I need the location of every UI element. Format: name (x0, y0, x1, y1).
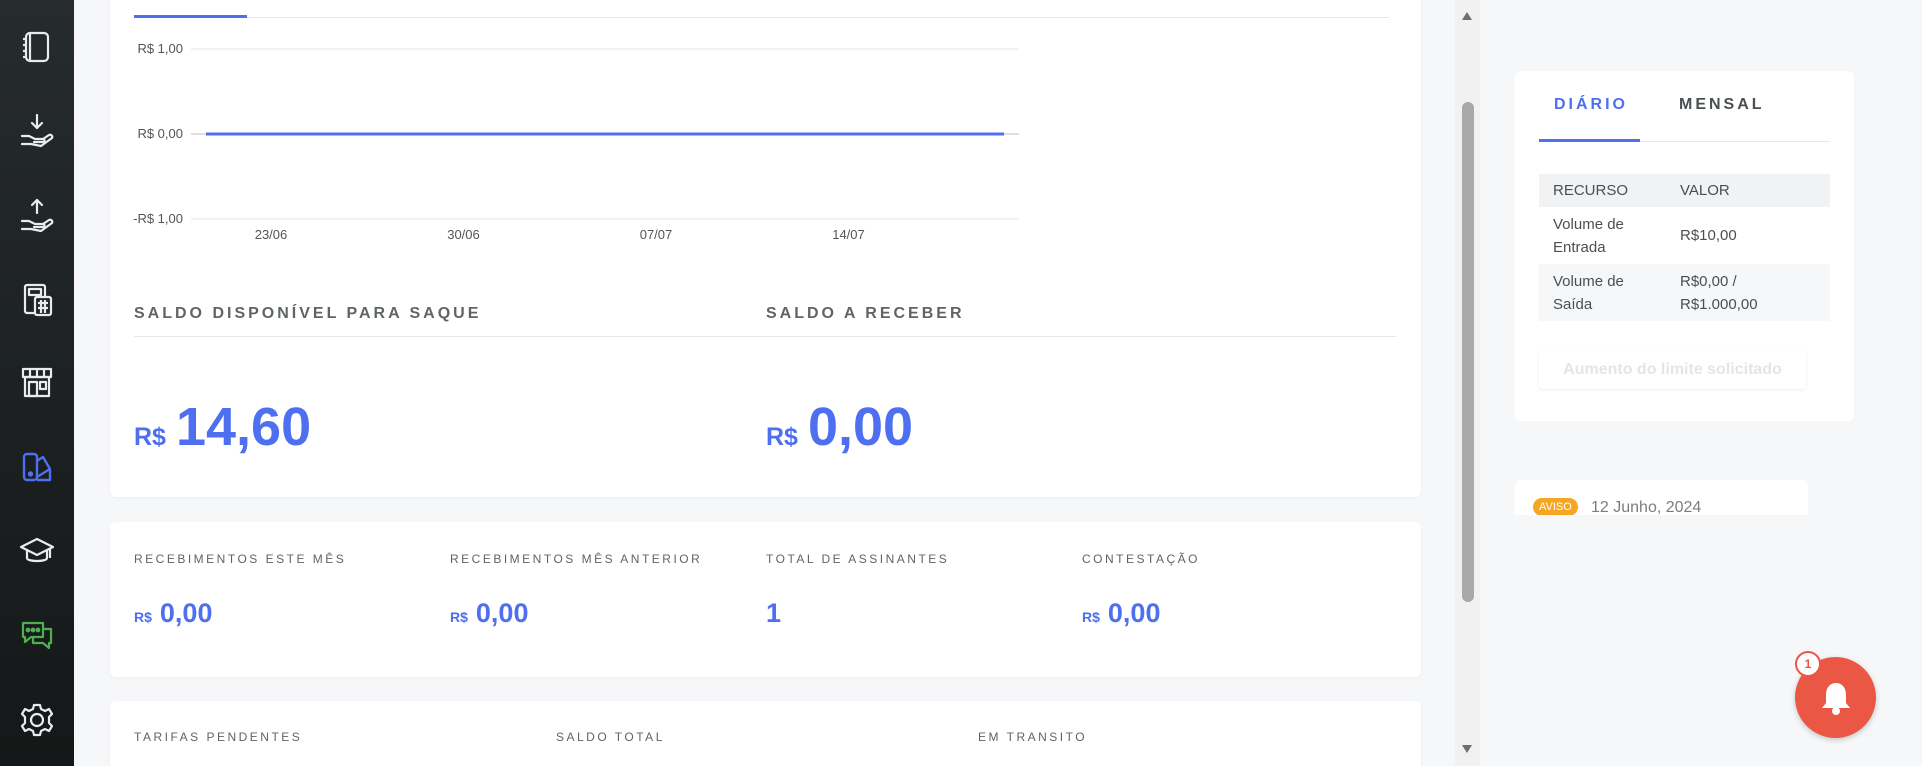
balance-line-chart: R$ 1,00 R$ 0,00 -R$ 1,00 23/06 30/06 07/07 14… (133, 41, 1019, 242)
available-balance-value: 14,60 (175, 397, 312, 457)
stat-label: TARIFAS PENDENTES (134, 730, 303, 744)
table-header-row: RECURSO VALOR (1539, 174, 1830, 207)
notice-date: 12 Junho, 2024 (1591, 499, 1702, 515)
value-cell: R$10,00 (1680, 224, 1830, 247)
tab-diario[interactable]: DIÁRIO (1554, 96, 1628, 114)
resource-cell: Volume de Saída (1539, 270, 1680, 316)
bottom-stats-card: TARIFAS PENDENTES SALDO TOTAL EM TRANSIT… (110, 701, 1421, 766)
available-balance-amount: R$ 14,60 (134, 396, 311, 458)
notification-count-badge: 1 (1795, 651, 1821, 677)
value-cell: R$0,00 / R$1.000,00 (1680, 270, 1830, 316)
stat-amount: 1 (766, 598, 781, 629)
resource-line: Saída (1553, 295, 1593, 313)
notebook-icon[interactable] (17, 27, 57, 67)
available-balance-label: SALDO DISPONÍVEL PARA SAQUE (134, 305, 482, 322)
stat-label: RECEBIMENTOS ESTE MÊS (134, 552, 347, 566)
table-row: Volume de Entrada R$10,00 (1539, 207, 1830, 264)
limits-table: RECURSO VALOR Volume de Entrada R$10,00 … (1539, 174, 1830, 321)
stat-value: 0,00 (159, 598, 213, 628)
notice-badge: AVISO (1533, 498, 1578, 515)
y-tick-label: -R$ 1,00 (133, 211, 183, 226)
chart-y-axis: R$ 1,00 R$ 0,00 -R$ 1,00 (133, 41, 183, 226)
palette-icon[interactable] (17, 447, 57, 487)
graduation-cap-icon[interactable] (17, 531, 57, 571)
stat-label: EM TRANSITO (978, 730, 1088, 744)
resource-cell: Volume de Entrada (1539, 213, 1680, 259)
tab-mensal[interactable]: MENSAL (1679, 96, 1765, 114)
notice-card: AVISO 12 Junho, 2024 (1515, 480, 1808, 515)
resource-line: Volume de (1553, 272, 1624, 290)
main-content: R$ 1,00 R$ 0,00 -R$ 1,00 23/06 30/06 07/07 14… (74, 0, 1454, 766)
scroll-down-arrow-icon[interactable] (1459, 741, 1475, 757)
currency-symbol: R$ (450, 609, 468, 625)
stats-card: RECEBIMENTOS ESTE MÊS R$ 0,00 RECEBIMENT… (110, 522, 1421, 677)
column-header-value: VALOR (1680, 182, 1730, 199)
calculator-icon[interactable] (17, 279, 57, 319)
currency-symbol: R$ (134, 423, 166, 451)
y-tick-label: R$ 1,00 (137, 41, 183, 56)
scrollbar-thumb[interactable] (1462, 102, 1474, 602)
currency-symbol: R$ (134, 609, 152, 625)
stat-amount: R$ 0,00 (134, 598, 212, 629)
stat-value: 0,00 (475, 598, 529, 628)
app-root: R$ 1,00 R$ 0,00 -R$ 1,00 23/06 30/06 07/07 14… (0, 0, 1922, 766)
balance-divider (134, 336, 1396, 337)
limits-card: DIÁRIO MENSAL RECURSO VALOR Volume de En… (1515, 71, 1854, 421)
currency-symbol: R$ (766, 423, 798, 451)
stat-label: TOTAL DE ASSINANTES (766, 552, 950, 566)
x-tick-label: 07/07 (640, 227, 673, 242)
stat-value: 1 (766, 598, 782, 628)
currency-symbol: R$ (1082, 609, 1100, 625)
withdraw-hand-icon[interactable] (17, 195, 57, 235)
resource-line: Entrada (1553, 238, 1606, 256)
resource-line: Volume de (1553, 215, 1624, 233)
sidebar (0, 0, 74, 766)
value-line: R$1.000,00 (1680, 295, 1758, 313)
scroll-up-arrow-icon[interactable] (1459, 8, 1475, 24)
store-icon[interactable] (17, 362, 57, 402)
stat-label: SALDO TOTAL (556, 730, 665, 744)
chart-tab-active-indicator[interactable] (134, 15, 247, 18)
chat-bubbles-icon[interactable] (17, 615, 57, 655)
stat-label: RECEBIMENTOS MÊS ANTERIOR (450, 552, 703, 566)
stat-label: CONTESTAÇÃO (1082, 552, 1200, 566)
receivable-balance-value: 0,00 (807, 397, 914, 457)
x-tick-label: 30/06 (447, 227, 480, 242)
table-row: Volume de Saída R$0,00 / R$1.000,00 (1539, 264, 1830, 321)
stat-value: 0,00 (1107, 598, 1161, 628)
receivable-balance-label: SALDO A RECEBER (766, 305, 965, 322)
tab-active-indicator (1539, 139, 1640, 142)
deposit-hand-icon[interactable] (17, 110, 57, 150)
column-header-resource: RECURSO (1553, 182, 1629, 199)
value-line: R$0,00 / (1680, 272, 1737, 290)
x-tick-label: 23/06 (255, 227, 288, 242)
stat-amount: R$ 0,00 (450, 598, 528, 629)
value-line: R$10,00 (1680, 227, 1737, 244)
stat-amount: R$ 0,00 (1082, 598, 1160, 629)
bell-icon (1821, 682, 1850, 715)
y-tick-label: R$ 0,00 (137, 126, 183, 141)
x-tick-label: 14/07 (832, 227, 865, 242)
chart-x-axis: 23/06 30/06 07/07 14/07 (255, 227, 865, 242)
chart-tab-divider (134, 17, 1389, 18)
settings-gear-icon[interactable] (17, 700, 57, 740)
limit-increase-requested-button[interactable]: Aumento do limite solicitado (1539, 351, 1806, 389)
receivable-balance-amount: R$ 0,00 (766, 396, 913, 458)
